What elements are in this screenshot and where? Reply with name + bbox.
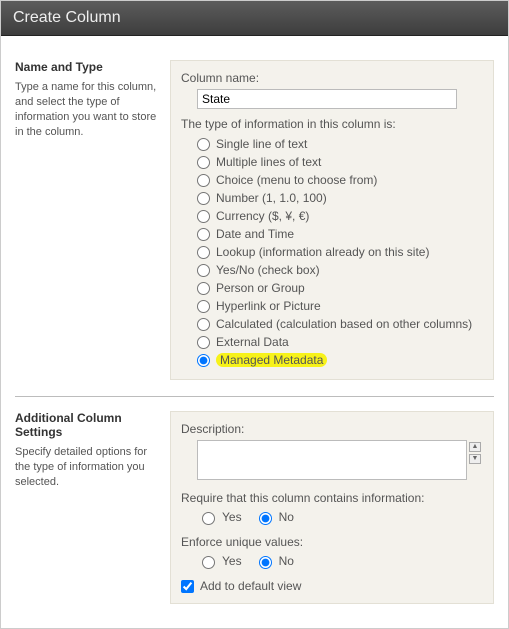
description-wrap: ▲ ▼ [197, 440, 483, 483]
type-radio-hyperlink[interactable] [197, 300, 210, 313]
type-option[interactable]: Yes/No (check box) [197, 261, 483, 279]
require-no-label: No [279, 510, 294, 524]
description-label: Description: [181, 422, 483, 436]
type-radio-lookup[interactable] [197, 246, 210, 259]
default-view-label: Add to default view [200, 579, 301, 593]
type-label: Multiple lines of text [216, 155, 321, 169]
section1-left: Name and Type Type a name for this colum… [15, 60, 170, 380]
require-radios: Yes No [197, 509, 483, 525]
section2-left: Additional Column Settings Specify detai… [15, 411, 170, 604]
type-label: Choice (menu to choose from) [216, 173, 377, 187]
section2-help: Specify detailed options for the type of… [15, 445, 158, 490]
require-yes-label: Yes [222, 510, 242, 524]
default-view-checkbox[interactable] [181, 580, 194, 593]
unique-label: Enforce unique values: [181, 535, 483, 549]
type-option[interactable]: Currency ($, ¥, €) [197, 207, 483, 225]
default-view-row[interactable]: Add to default view [181, 579, 483, 593]
type-option[interactable]: Number (1, 1.0, 100) [197, 189, 483, 207]
spinner-up-icon[interactable]: ▲ [469, 442, 481, 452]
spinner-down-icon[interactable]: ▼ [469, 454, 481, 464]
type-radio-number[interactable] [197, 192, 210, 205]
type-label-highlighted: Managed Metadata [216, 353, 327, 367]
type-option[interactable]: Calculated (calculation based on other c… [197, 315, 483, 333]
type-label: External Data [216, 335, 289, 349]
type-option[interactable]: Single line of text [197, 135, 483, 153]
section1-right: Column name: The type of information in … [170, 60, 494, 380]
description-input[interactable] [197, 440, 467, 480]
type-option[interactable]: Person or Group [197, 279, 483, 297]
type-label: Calculated (calculation based on other c… [216, 317, 472, 331]
unique-yes-option[interactable]: Yes [197, 553, 242, 569]
type-label: Person or Group [216, 281, 305, 295]
type-label: Single line of text [216, 137, 307, 151]
page-title: Create Column [13, 9, 121, 26]
type-radio-external[interactable] [197, 336, 210, 349]
type-radio-managed-metadata[interactable] [197, 354, 210, 367]
require-yes-radio[interactable] [202, 512, 215, 525]
page-header: Create Column [1, 1, 508, 36]
section2-right: Description: ▲ ▼ Require that this colum… [170, 411, 494, 604]
section2-heading: Additional Column Settings [15, 411, 158, 439]
require-no-radio[interactable] [259, 512, 272, 525]
require-label: Require that this column contains inform… [181, 491, 483, 505]
require-no-option[interactable]: No [254, 509, 294, 525]
type-label: Yes/No (check box) [216, 263, 320, 277]
type-option[interactable]: Date and Time [197, 225, 483, 243]
type-radio-choice[interactable] [197, 174, 210, 187]
type-intro: The type of information in this column i… [181, 117, 483, 131]
column-name-label: Column name: [181, 71, 483, 85]
section1-help: Type a name for this column, and select … [15, 80, 158, 139]
type-radio-single-line[interactable] [197, 138, 210, 151]
type-option[interactable]: External Data [197, 333, 483, 351]
type-option[interactable]: Managed Metadata [197, 351, 483, 369]
type-radio-yesno[interactable] [197, 264, 210, 277]
unique-no-option[interactable]: No [254, 553, 294, 569]
type-radio-currency[interactable] [197, 210, 210, 223]
column-name-input[interactable] [197, 89, 457, 109]
type-option[interactable]: Choice (menu to choose from) [197, 171, 483, 189]
unique-no-label: No [279, 554, 294, 568]
column-type-list: Single line of text Multiple lines of te… [197, 135, 483, 369]
type-option[interactable]: Multiple lines of text [197, 153, 483, 171]
type-label: Lookup (information already on this site… [216, 245, 429, 259]
type-option[interactable]: Hyperlink or Picture [197, 297, 483, 315]
unique-yes-radio[interactable] [202, 556, 215, 569]
type-label: Date and Time [216, 227, 294, 241]
unique-yes-label: Yes [222, 554, 242, 568]
type-label: Currency ($, ¥, €) [216, 209, 309, 223]
content: Name and Type Type a name for this colum… [1, 36, 508, 620]
unique-no-radio[interactable] [259, 556, 272, 569]
description-spinner: ▲ ▼ [469, 442, 481, 464]
section1-heading: Name and Type [15, 60, 158, 74]
unique-radios: Yes No [197, 553, 483, 569]
type-radio-calculated[interactable] [197, 318, 210, 331]
require-yes-option[interactable]: Yes [197, 509, 242, 525]
section-name-and-type: Name and Type Type a name for this colum… [15, 46, 494, 397]
type-radio-datetime[interactable] [197, 228, 210, 241]
create-column-page: Create Column Name and Type Type a name … [0, 0, 509, 629]
type-label: Number (1, 1.0, 100) [216, 191, 327, 205]
type-radio-person[interactable] [197, 282, 210, 295]
section-additional-settings: Additional Column Settings Specify detai… [15, 397, 494, 620]
type-label: Hyperlink or Picture [216, 299, 321, 313]
type-option[interactable]: Lookup (information already on this site… [197, 243, 483, 261]
type-radio-multi-line[interactable] [197, 156, 210, 169]
